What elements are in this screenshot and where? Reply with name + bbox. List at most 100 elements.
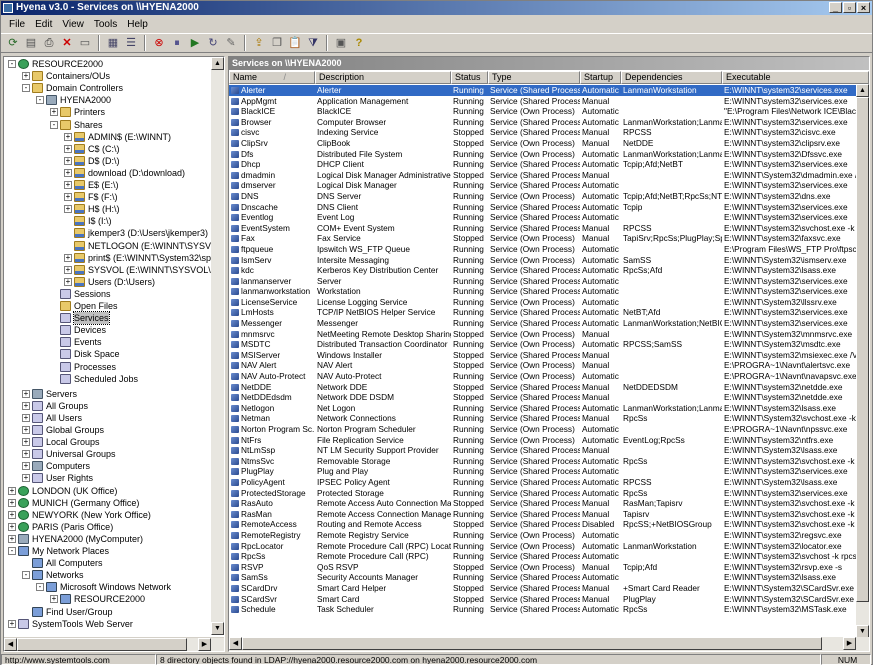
table-row[interactable]: NtLmSsp NT LM Security Support Provider Ru… [229, 445, 859, 456]
collapse-icon[interactable]: - [8, 60, 16, 68]
tree-node[interactable]: + SYSVOL (E:\WINNT\SYSVOL\sysvol [64, 264, 212, 276]
column-description[interactable]: Description [315, 71, 451, 84]
expand-icon[interactable]: + [64, 205, 72, 214]
tree-node[interactable]: Open Files [50, 300, 118, 312]
tree-node[interactable]: + NEWYORK (New York Office) [8, 509, 151, 521]
list-horizontal-scrollbar[interactable]: ◀ ▶ [229, 637, 869, 651]
refresh-icon[interactable]: ⟳ [5, 35, 21, 51]
table-row[interactable]: BlackICE BlackICE Running Service (Own Proc… [229, 106, 859, 117]
maximize-button[interactable]: ▫ [843, 2, 856, 13]
expand-icon[interactable]: + [22, 462, 30, 471]
expand-icon[interactable]: + [22, 474, 30, 483]
menu-help[interactable]: Help [122, 19, 153, 30]
expand-icon[interactable]: + [64, 193, 72, 202]
column-name[interactable]: Name / [229, 71, 315, 84]
scroll-left-icon[interactable]: ◀ [229, 637, 242, 650]
restart-icon[interactable]: ↻ [205, 35, 221, 51]
tree-node[interactable]: + PARIS (Paris Office) [8, 521, 113, 533]
print-icon[interactable]: ⎙ [41, 35, 57, 51]
table-row[interactable]: NtFrs File Replication Service Running Serv… [229, 435, 859, 446]
tree-node[interactable]: + RESOURCE2000 [50, 593, 145, 605]
tree-node[interactable]: All Computers [22, 557, 103, 569]
expand-icon[interactable]: + [22, 426, 30, 434]
table-row[interactable]: Dhcp DHCP Client Running Service (Shared Pr… [229, 159, 859, 170]
tree-node[interactable]: + LONDON (UK Office) [8, 485, 117, 497]
expand-icon[interactable]: + [50, 108, 58, 117]
table-row[interactable]: NAV Auto-Protect NAV Auto-Protect Running S… [229, 371, 859, 382]
title-bar[interactable]: Hyena v3.0 - Services on \\HYENA2000 _ ▫… [1, 1, 872, 15]
collapse-icon[interactable]: - [22, 84, 30, 93]
tree-horizontal-scrollbar[interactable]: ◀ ▶ [4, 637, 224, 651]
table-row[interactable]: NAV Alert NAV Alert Stopped Service (Own Pr… [229, 360, 859, 371]
copy-icon[interactable]: ❐ [269, 35, 285, 51]
expand-icon[interactable]: + [64, 265, 72, 274]
table-row[interactable]: cisvc Indexing Service Stopped Service (Sha… [229, 127, 859, 138]
column-dependencies[interactable]: Dependencies [621, 71, 722, 84]
table-row[interactable]: LmHosts TCP/IP NetBIOS Helper Service Runn… [229, 307, 859, 318]
table-row[interactable]: kdc Kerberos Key Distribution Center Runni… [229, 265, 859, 276]
table-row[interactable]: RasMan Remote Access Connection Manager Ru… [229, 509, 859, 520]
table-row[interactable]: Netlogon Net Logon Running Service (Shared … [229, 403, 859, 414]
menu-file[interactable]: File [4, 19, 30, 30]
table-row[interactable]: ftpqueue Ipswitch WS_FTP Queue Running Serv… [229, 244, 859, 255]
tree-node[interactable]: - My Network Places [8, 545, 109, 557]
tree-node[interactable]: + H$ (H:\) [64, 203, 120, 215]
tree-node[interactable]: Services [50, 311, 110, 326]
table-row[interactable]: IsmServ Intersite Messaging Running Service… [229, 255, 859, 266]
tree-node[interactable]: + Universal Groups [22, 448, 116, 460]
table-row[interactable]: RemoteRegistry Remote Registry Service Run… [229, 530, 859, 541]
tree-node[interactable]: + download (D:\download) [64, 167, 185, 179]
tree-node[interactable]: + C$ (C:\) [64, 143, 120, 155]
tree-node[interactable]: + MUNICH (Germany Office) [8, 497, 139, 509]
view-small-icon[interactable]: ▦ [105, 35, 121, 51]
table-row[interactable]: Netman Network Connections Running Service … [229, 413, 859, 424]
table-row[interactable]: SCardSvr Smart Card Stopped Service (Shared… [229, 594, 859, 605]
table-row[interactable]: RSVP QoS RSVP Stopped Service (Own Process)… [229, 562, 859, 573]
paste-icon[interactable]: 📋 [287, 35, 303, 51]
table-row[interactable]: Norton Program Sc... Norton Program Sched… [229, 424, 859, 435]
expand-icon[interactable]: + [8, 498, 16, 507]
scroll-up-icon[interactable]: ▲ [856, 84, 869, 97]
delete-icon[interactable]: ✕ [59, 35, 75, 51]
table-row[interactable]: Schedule Task Scheduler Running Service (Sh… [229, 604, 859, 615]
new-icon[interactable]: ▭ [77, 35, 93, 51]
table-row[interactable]: RpcLocator Remote Procedure Call (RPC) Lo… [229, 541, 859, 552]
tree-node[interactable]: + HYENA2000 (MyComputer) [8, 533, 143, 545]
table-row[interactable]: lanmanworkstation Workstation Running Servi… [229, 286, 859, 297]
expand-icon[interactable]: + [64, 277, 72, 286]
expand-icon[interactable]: + [64, 253, 72, 262]
scroll-thumb[interactable] [856, 97, 869, 602]
tree-node[interactable]: + Containers/OUs [22, 70, 110, 82]
expand-icon[interactable]: + [22, 72, 30, 81]
tree-node[interactable]: - RESOURCE2000 [8, 58, 103, 70]
scroll-up-icon[interactable]: ▲ [211, 57, 224, 70]
tree-node[interactable]: I$ (I:\) [64, 215, 112, 227]
tree-node[interactable]: Devices [50, 324, 106, 336]
table-row[interactable]: lanmanserver Server Running Service (Shared… [229, 276, 859, 287]
expand-icon[interactable]: + [8, 619, 16, 628]
table-row[interactable]: MSIServer Windows Installer Stopped Service… [229, 350, 859, 361]
tree-node[interactable]: + D$ (D:\) [64, 155, 120, 167]
expand-icon[interactable]: + [8, 486, 16, 495]
about-icon[interactable]: ? [351, 35, 367, 51]
tree-node[interactable]: + ADMIN$ (E:\WINNT) [64, 131, 171, 143]
column-executable[interactable]: Executable [722, 71, 869, 84]
scroll-thumb[interactable] [242, 637, 822, 650]
column-status[interactable]: Status [451, 71, 488, 84]
tree-node[interactable]: Scheduled Jobs [50, 373, 138, 385]
options-icon[interactable]: ▣ [333, 35, 349, 51]
table-row[interactable]: RemoteAccess Routing and Remote Access Sto… [229, 519, 859, 530]
table-row[interactable]: AppMgmt Application Management Running Serv… [229, 96, 859, 107]
table-row[interactable]: PolicyAgent IPSEC Policy Agent Running Serv… [229, 477, 859, 488]
start-icon[interactable]: ▶ [187, 35, 203, 51]
table-row[interactable]: Dfs Distributed File System Running Service… [229, 149, 859, 160]
table-row[interactable]: Messenger Messenger Running Service (Shared… [229, 318, 859, 329]
view-details-icon[interactable]: ☰ [123, 35, 139, 51]
tree-node[interactable]: + Printers [50, 106, 105, 118]
table-row[interactable]: dmadmin Logical Disk Manager Administrati… [229, 170, 859, 181]
scroll-down-icon[interactable]: ▼ [211, 622, 224, 635]
table-row[interactable]: PlugPlay Plug and Play Running Service (Sha… [229, 466, 859, 477]
tree-node[interactable]: Find User/Group [22, 606, 113, 618]
menu-tools[interactable]: Tools [89, 19, 122, 30]
tree-node[interactable]: + F$ (F:\) [64, 191, 118, 203]
